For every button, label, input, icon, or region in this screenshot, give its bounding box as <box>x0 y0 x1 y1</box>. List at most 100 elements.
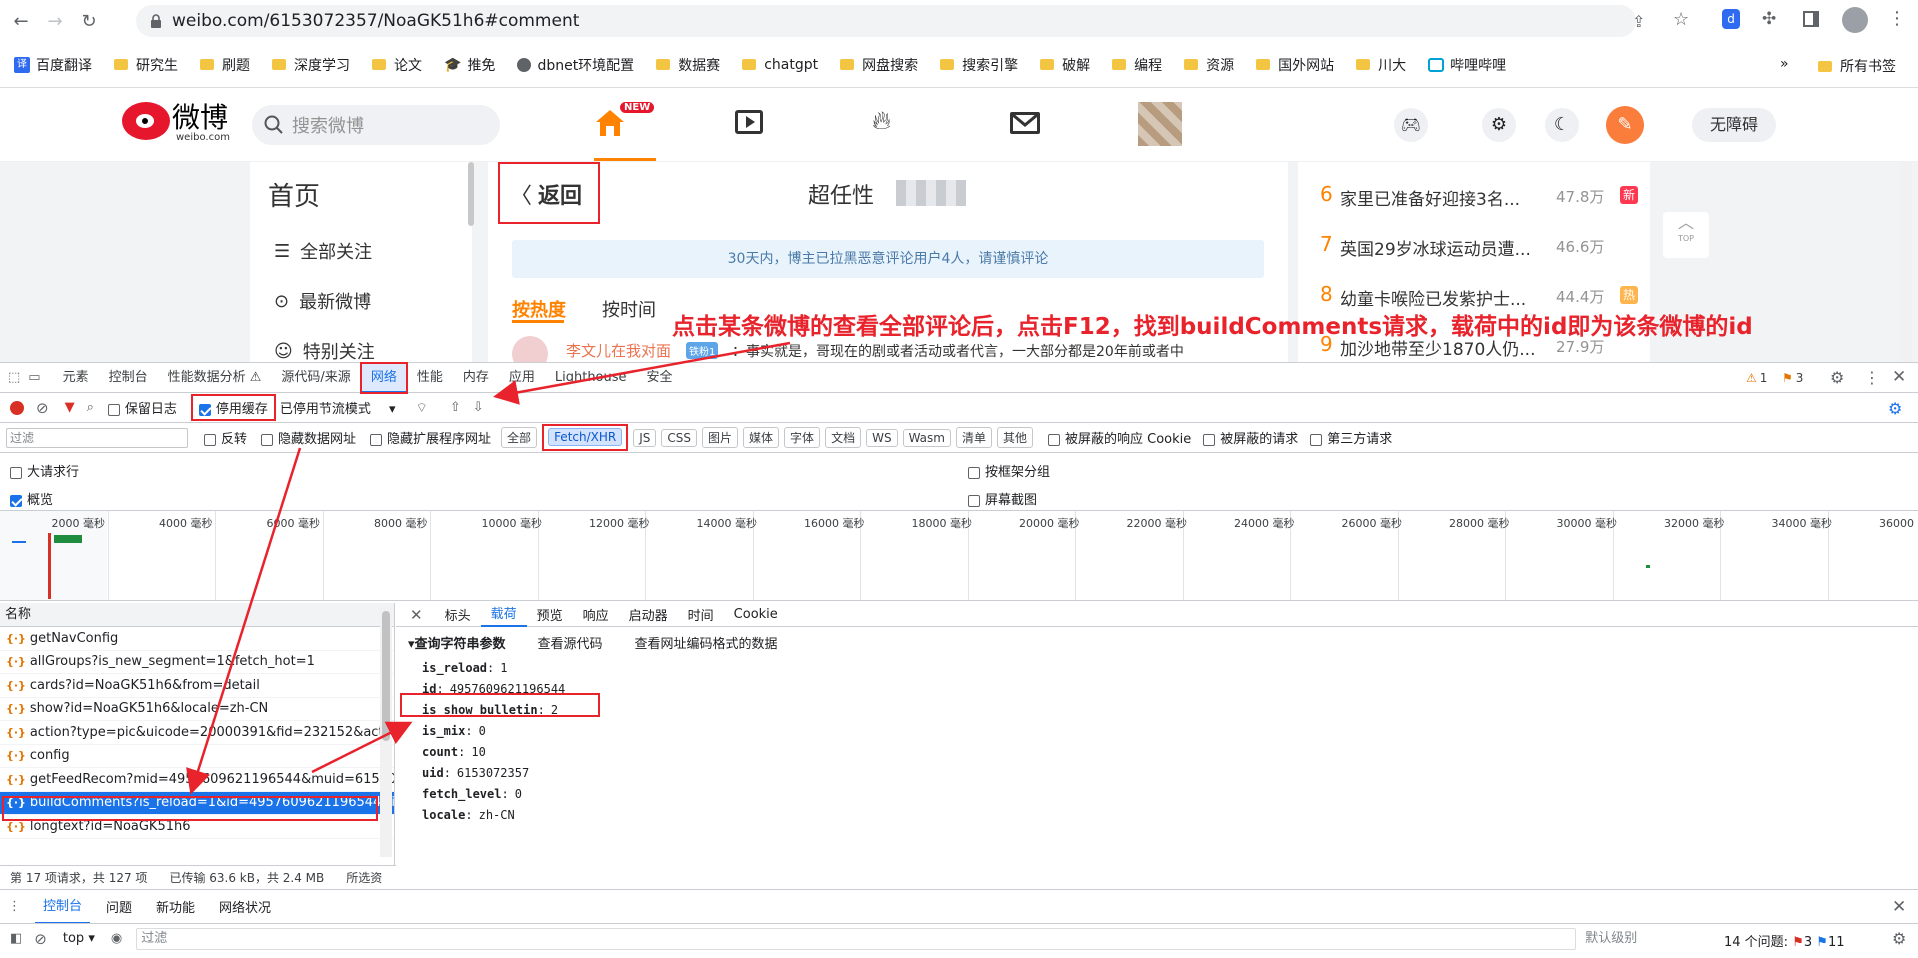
comment-avatar[interactable] <box>512 336 548 362</box>
back-to-top-button[interactable]: ︿ TOP <box>1663 212 1709 258</box>
wifi-settings-icon[interactable]: ⌔ <box>416 400 428 416</box>
drawer-tab-network-conditions[interactable]: 网络状况 <box>211 897 279 916</box>
type-filter-wasm[interactable]: Wasm <box>902 428 951 447</box>
tab-elements[interactable]: 元素 <box>53 363 99 393</box>
bookmark-item[interactable]: chatgpt <box>742 57 818 73</box>
detail-tab-timing[interactable]: 时间 <box>678 605 724 624</box>
nav-item-special[interactable]: ☺ 特别关注 <box>274 338 375 363</box>
moon-icon[interactable]: ☾ <box>1545 108 1579 142</box>
sidepanel-icon[interactable] <box>1803 11 1819 27</box>
throttle-select[interactable]: 已停用节流模式 ▾ <box>280 398 396 417</box>
sort-time-tab[interactable]: 按时间 <box>602 296 656 322</box>
drawer-menu-icon[interactable]: ⋮ <box>8 899 21 914</box>
type-filter-font[interactable]: 字体 <box>784 427 821 448</box>
bookmark-item[interactable]: dbnet环境配置 <box>517 55 634 75</box>
third-party-checkbox[interactable]: 第三方请求 <box>1310 428 1392 447</box>
request-row[interactable]: {·} show?id=NoaGK51h6&locale=zh-CN <box>0 698 394 721</box>
video-icon[interactable] <box>735 110 763 134</box>
filter-icon[interactable]: ▼ <box>65 400 75 415</box>
detail-tab-preview[interactable]: 预览 <box>527 605 573 624</box>
inspect-icon[interactable]: ⬚ <box>8 370 20 385</box>
type-filter-css[interactable]: CSS <box>661 428 698 447</box>
group-by-frame-checkbox[interactable]: 按框架分组 <box>968 461 1050 480</box>
hot-item[interactable]: 8 幼童卡喉险已发紫护士... 44.4万 热 <box>1320 282 1640 310</box>
devtools-close-icon[interactable]: ✕ <box>1892 367 1906 387</box>
puzzle-icon[interactable]: ✣ <box>1762 9 1776 29</box>
request-row[interactable]: {·} cards?id=NoaGK51h6&from=detail <box>0 674 394 698</box>
bookmark-item[interactable]: 译百度翻译 <box>14 55 92 75</box>
address-bar[interactable]: weibo.com/6153072357/NoaGK51h6#comment <box>136 5 1636 37</box>
type-filter-media[interactable]: 媒体 <box>743 427 780 448</box>
eye-icon[interactable]: ◉ <box>111 931 122 946</box>
detail-tab-payload[interactable]: 载荷 <box>480 603 527 627</box>
devtools-settings-icon[interactable]: ⚙ <box>1830 368 1844 387</box>
sidebar-toggle-icon[interactable]: ◧ <box>10 931 22 946</box>
bookmark-item[interactable]: 哔哩哔哩 <box>1428 55 1506 75</box>
view-decoded-link[interactable]: 查看网址编码格式的数据 <box>635 633 778 652</box>
share-icon[interactable]: ⇪ <box>1632 12 1645 31</box>
reload-icon[interactable]: ↻ <box>76 8 102 34</box>
device-toggle-icon[interactable]: ▭ <box>28 370 40 385</box>
big-rows-checkbox[interactable]: 大请求行 <box>10 461 79 480</box>
weibo-search-input[interactable]: 搜索微博 <box>252 105 500 145</box>
drawer-tab-issues[interactable]: 问题 <box>98 897 140 916</box>
bookmark-item[interactable]: 网盘搜索 <box>840 55 918 75</box>
blocked-cookies-checkbox[interactable]: 被屏蔽的响应 Cookie <box>1048 428 1191 447</box>
overview-checkbox[interactable]: 概览 <box>10 489 53 508</box>
extension-icon[interactable]: d <box>1722 9 1740 29</box>
preserve-log-checkbox[interactable]: 保留日志 <box>107 398 177 417</box>
bookmark-item[interactable]: 数据赛 <box>656 55 720 75</box>
record-icon[interactable] <box>10 400 24 415</box>
search-icon[interactable]: ⌕ <box>87 400 94 415</box>
request-row[interactable]: {·} action?type=pic&uicode=20000391&fid=2… <box>0 721 394 745</box>
import-har-icon[interactable]: ⇧ <box>450 400 461 415</box>
nav-scrollbar[interactable] <box>468 162 474 226</box>
bookmark-item[interactable]: 🎓 推免 <box>444 55 495 75</box>
network-settings-icon[interactable]: ⚙ <box>1888 399 1902 418</box>
console-filter-input[interactable]: 过滤 默认级别 <box>136 927 1637 950</box>
tab-performance[interactable]: 性能 <box>407 363 453 393</box>
weibo-logo-icon[interactable] <box>122 102 170 140</box>
tab-network[interactable]: 网络 <box>359 361 408 394</box>
type-filter-manifest[interactable]: 清单 <box>955 427 992 448</box>
screenshots-checkbox[interactable]: 屏幕截图 <box>968 489 1037 508</box>
view-source-link[interactable]: 查看源代码 <box>538 633 603 652</box>
log-level-select[interactable]: 默认级别 <box>1585 929 1695 949</box>
query-params-toggle[interactable]: ▾查询字符串参数 <box>408 633 506 652</box>
invert-checkbox[interactable]: 反转 <box>204 428 247 447</box>
forward-arrow-icon[interactable]: → <box>42 8 68 34</box>
context-select[interactable]: top ▾ <box>63 931 95 946</box>
type-filter-ws[interactable]: WS <box>866 428 898 447</box>
game-icon[interactable]: 🎮︎ <box>1394 108 1428 142</box>
type-filter-fetch-xhr[interactable]: Fetch/XHR <box>548 428 623 446</box>
bookmark-item[interactable]: 川大 <box>1356 55 1406 75</box>
name-column-header[interactable]: 名称 <box>0 603 394 627</box>
tab-security[interactable]: 安全 <box>637 363 683 393</box>
bookmark-item[interactable]: 论文 <box>372 55 422 75</box>
back-arrow-icon[interactable]: ← <box>8 8 34 34</box>
network-overview-timeline[interactable]: 2000 毫秒 4000 毫秒 6000 毫秒 8000 毫秒 10000 毫秒 1200… <box>0 511 1918 601</box>
nav-item-latest[interactable]: ⊙ 最新微博 <box>274 288 371 314</box>
star-icon[interactable]: ☆ <box>1673 9 1689 30</box>
issues-counter[interactable]: ⚑ 3 <box>1782 371 1803 385</box>
sort-hot-tab[interactable]: 按热度 <box>512 296 566 322</box>
type-filter-doc[interactable]: 文档 <box>825 427 862 448</box>
type-filter-js[interactable]: JS <box>633 428 657 447</box>
accessibility-button[interactable]: 无障碍 <box>1692 108 1776 142</box>
bookmark-item[interactable]: 破解 <box>1040 55 1090 75</box>
hide-extension-urls-checkbox[interactable]: 隐藏扩展程序网址 <box>370 428 491 447</box>
home-icon[interactable] <box>594 108 626 138</box>
hot-flame-icon[interactable]: 🔥︎ <box>872 106 891 137</box>
bookmark-item[interactable]: 编程 <box>1112 55 1162 75</box>
drawer-tab-whats-new[interactable]: 新功能 <box>148 897 203 916</box>
compose-icon[interactable]: ✎ <box>1606 106 1644 144</box>
detail-tab-response[interactable]: 响应 <box>573 605 619 624</box>
bookmark-item[interactable]: 刷题 <box>200 55 250 75</box>
bookmark-item[interactable]: 资源 <box>1184 55 1234 75</box>
detail-tab-cookies[interactable]: Cookie <box>724 607 788 622</box>
back-button[interactable]: 〈返回 <box>510 178 582 210</box>
disable-cache-checkbox[interactable]: 停用缓存 <box>190 394 276 421</box>
type-filter-img[interactable]: 图片 <box>702 427 739 448</box>
bookmarks-overflow-button[interactable]: » <box>1780 56 1789 72</box>
type-filter-other[interactable]: 其他 <box>996 427 1033 448</box>
